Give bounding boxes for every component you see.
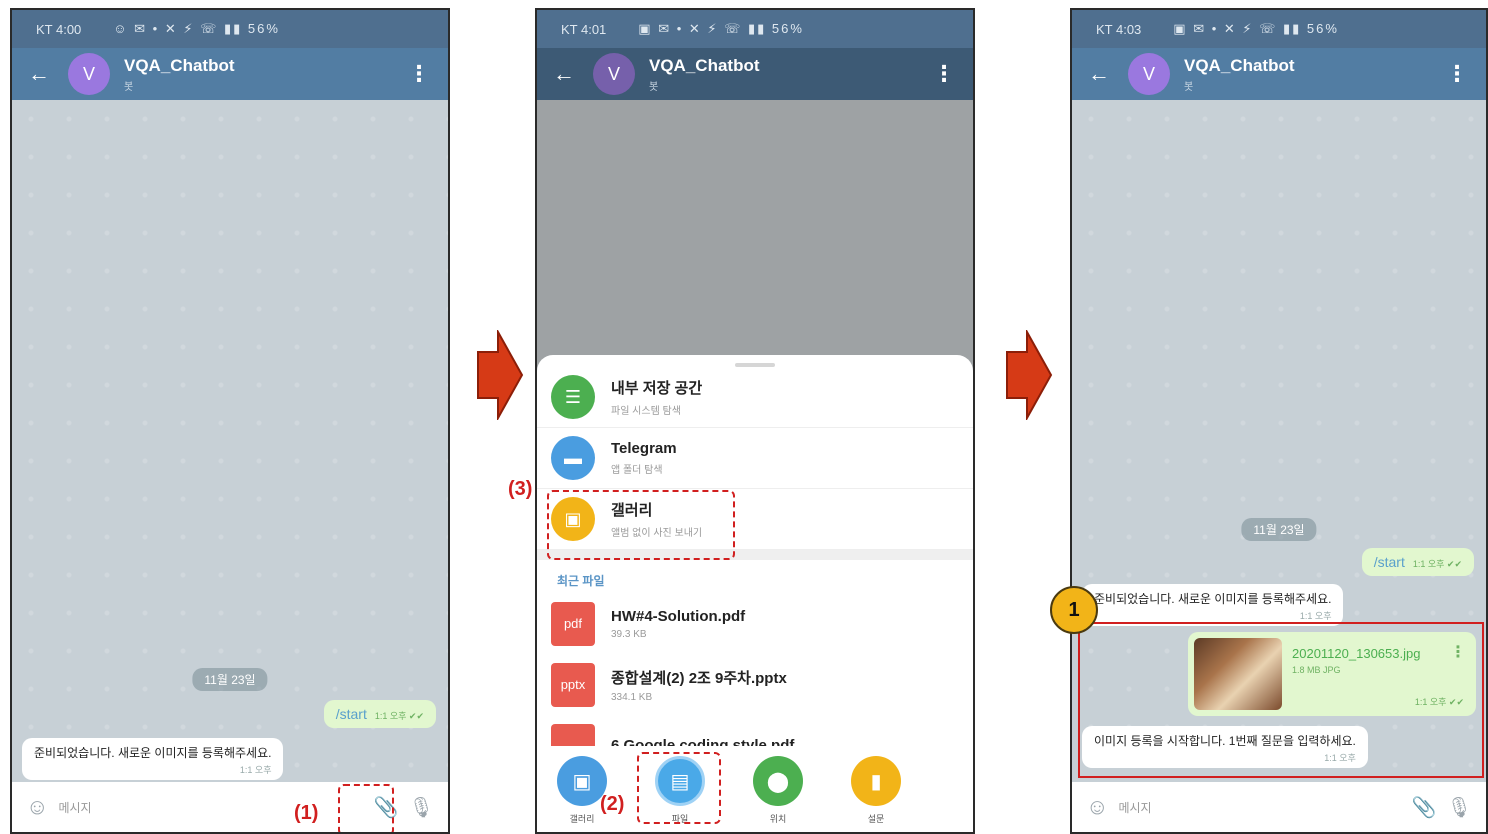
more-menu-icon[interactable]: ⋮: [933, 61, 955, 87]
microphone-icon[interactable]: 🎙: [409, 795, 434, 820]
status-icons: ☺ ✉ • ✕ ⚡ ☏ ▮▮ 56%: [113, 21, 280, 36]
flow-arrow-1: [477, 330, 524, 420]
pptx-file-icon: pptx: [551, 662, 595, 707]
chat-area[interactable]: 11월 23일 /start 1:1 오후 ✔✔ 준비되었습니다. 새로운 이미…: [12, 100, 448, 782]
message-text: 준비되었습니다. 새로운 이미지를 등록해주세요.: [1094, 592, 1332, 606]
message-input[interactable]: 메시지: [1118, 799, 1401, 816]
message-time: 1:1 오후: [1299, 611, 1332, 621]
recent-files-header: 최근 파일: [557, 574, 605, 588]
step-label-3: (3): [508, 478, 533, 500]
message-text: /start: [1373, 554, 1405, 570]
emoji-icon[interactable]: ☺: [26, 794, 48, 820]
step-badge: 1: [1050, 586, 1098, 634]
tab-label: 갤러리: [569, 814, 595, 824]
file-name: HW#4-Solution.pdf: [611, 607, 746, 625]
chat-title: VQA_Chatbot: [649, 55, 760, 75]
avatar[interactable]: V: [593, 53, 635, 95]
status-icons: ▣ ✉ • ✕ ⚡ ☏ ▮▮ 56%: [1173, 21, 1339, 36]
microphone-icon[interactable]: 🎙: [1447, 795, 1472, 820]
incoming-message: 준비되었습니다. 새로운 이미지를 등록해주세요. 1:1 오후: [1082, 584, 1344, 626]
highlight-gallery: [547, 490, 735, 560]
storage-icon: ☰: [551, 375, 595, 419]
back-arrow-icon[interactable]: ←: [1088, 61, 1128, 87]
emoji-icon[interactable]: ☺: [1086, 794, 1108, 820]
outgoing-message: /start 1:1 오후 ✔✔: [323, 700, 436, 728]
tab-location[interactable]: ⬤ 위치: [753, 756, 803, 825]
sheet-item-telegram[interactable]: ▬ Telegram 앱 폴더 탐색: [537, 428, 973, 489]
date-chip: 11월 23일: [1241, 518, 1317, 541]
incoming-message: 준비되었습니다. 새로운 이미지를 등록해주세요. 1:1 오후: [22, 738, 284, 780]
status-bar: KT 4:01 ▣ ✉ • ✕ ⚡ ☏ ▮▮ 56%: [537, 10, 973, 48]
message-input-bar: ☺ 메시지 📎 🎙: [1072, 782, 1486, 832]
message-time: 1:1 오후: [239, 765, 272, 775]
chat-title: VQA_Chatbot: [1184, 55, 1295, 75]
file-name: 종합설계(2) 2조 9주차.pptx: [611, 669, 787, 687]
file-size: 334.1 KB: [611, 691, 653, 703]
chat-subtitle: 봇: [124, 81, 134, 93]
chat-header: ← V VQA_Chatbot 봇 ⋮: [1072, 48, 1486, 100]
attach-icon[interactable]: 📎: [1412, 795, 1437, 820]
chat-title: VQA_Chatbot: [124, 55, 235, 75]
recent-file-item[interactable]: pptx 종합설계(2) 2조 9주차.pptx 334.1 KB: [537, 654, 973, 715]
status-bar: KT 4:00 ☺ ✉ • ✕ ⚡ ☏ ▮▮ 56%: [12, 10, 448, 48]
chat-subtitle: 봇: [1184, 81, 1194, 93]
phone-screen-1: KT 4:00 ☺ ✉ • ✕ ⚡ ☏ ▮▮ 56% ← V VQA_Chatb…: [10, 8, 450, 834]
file-size: 39.3 KB: [611, 628, 647, 640]
message-time: 1:1 오후 ✔✔: [1412, 559, 1462, 569]
item-subtitle: 앱 폴더 탐색: [611, 465, 663, 476]
highlight-result-box: [1078, 622, 1484, 778]
message-time: 1:1 오후 ✔✔: [374, 711, 424, 721]
chat-header: ← V VQA_Chatbot 봇 ⋮: [12, 48, 448, 100]
more-menu-icon[interactable]: ⋮: [408, 61, 430, 87]
recent-file-item[interactable]: pdf HW#4-Solution.pdf 39.3 KB: [537, 593, 973, 654]
message-text: 준비되었습니다. 새로운 이미지를 등록해주세요.: [34, 746, 272, 760]
back-arrow-icon[interactable]: ←: [28, 61, 68, 87]
sheet-item-internal-storage[interactable]: ☰ 내부 저장 공간 파일 시스템 탐색: [537, 367, 973, 428]
highlight-attach: [338, 784, 394, 832]
date-chip: 11월 23일: [192, 668, 268, 691]
attachment-tabs: ▣ 갤러리 ▤ 파일 ⬤ 위치 ▮ 설문: [537, 746, 973, 832]
tab-label: 설문: [867, 814, 885, 824]
carrier-time: KT 4:00: [36, 21, 82, 37]
chat-header: ← V VQA_Chatbot 봇 ⋮: [537, 48, 973, 100]
carrier-time: KT 4:03: [1096, 21, 1142, 37]
item-subtitle: 파일 시스템 탐색: [611, 406, 681, 417]
poll-chart-icon: ▮: [851, 756, 901, 806]
outgoing-message: /start 1:1 오후 ✔✔: [1361, 548, 1474, 576]
item-title: Telegram: [611, 440, 677, 457]
location-pin-icon: ⬤: [753, 756, 803, 806]
back-arrow-icon[interactable]: ←: [553, 61, 593, 87]
avatar[interactable]: V: [1128, 53, 1170, 95]
folder-icon: ▬: [551, 436, 595, 480]
status-bar: KT 4:03 ▣ ✉ • ✕ ⚡ ☏ ▮▮ 56%: [1072, 10, 1486, 48]
avatar[interactable]: V: [68, 53, 110, 95]
message-text: /start: [335, 706, 367, 722]
chat-subtitle: 봇: [649, 81, 659, 93]
more-menu-icon[interactable]: ⋮: [1446, 61, 1468, 87]
highlight-file-tab: [637, 752, 721, 824]
phone-screen-2: KT 4:01 ▣ ✉ • ✕ ⚡ ☏ ▮▮ 56% ← V VQA_Chatb…: [535, 8, 975, 834]
step-label-1: (1): [294, 802, 319, 824]
step-label-2: (2): [600, 793, 625, 815]
flow-arrow-2: [1006, 330, 1053, 420]
status-icons: ▣ ✉ • ✕ ⚡ ☏ ▮▮ 56%: [638, 21, 804, 36]
tab-label: 위치: [769, 814, 787, 824]
pdf-file-icon: pdf: [551, 601, 595, 646]
phone-screen-3: KT 4:03 ▣ ✉ • ✕ ⚡ ☏ ▮▮ 56% ← V VQA_Chatb…: [1070, 8, 1488, 834]
tab-poll[interactable]: ▮ 설문: [851, 756, 901, 825]
item-title: 내부 저장 공간: [611, 380, 703, 397]
carrier-time: KT 4:01: [561, 21, 607, 37]
